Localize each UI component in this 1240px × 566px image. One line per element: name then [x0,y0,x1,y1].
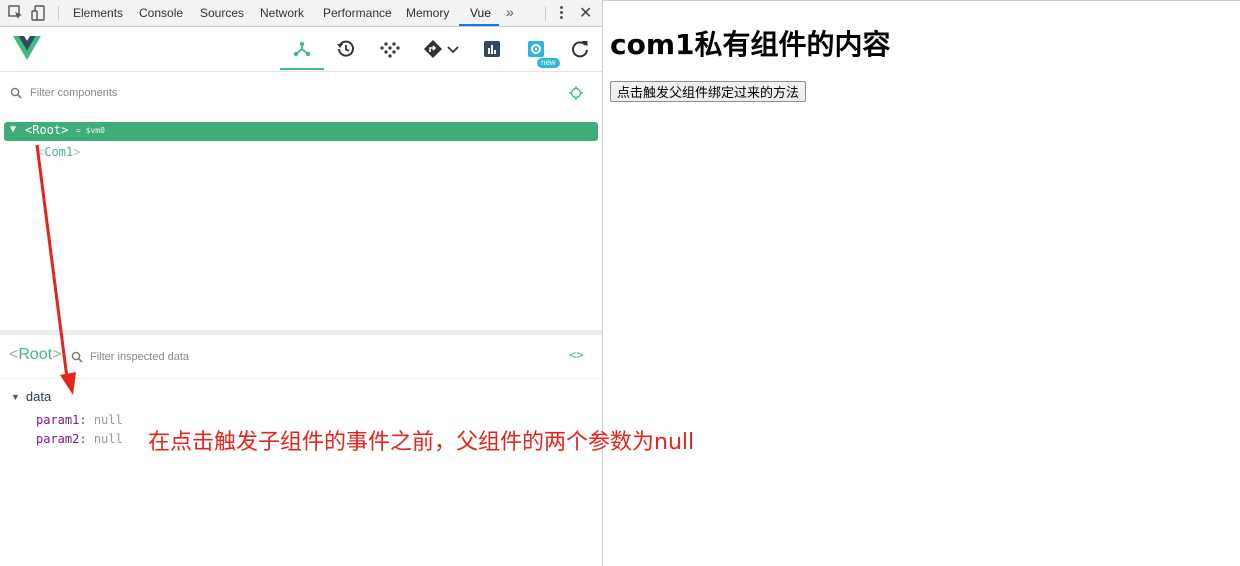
vuex-icon[interactable] [380,39,400,59]
vue-toolbar: new [0,27,602,72]
filter-components-input[interactable] [28,86,332,100]
tab-sources[interactable]: Sources [200,0,244,26]
refresh-icon[interactable] [570,39,590,59]
code-toggle-icon[interactable]: <> [569,348,583,362]
root-component-name: <Root> [25,123,69,137]
performance-icon[interactable] [482,39,502,59]
select-component-icon[interactable] [569,86,583,100]
property-value[interactable]: null [94,432,123,446]
inspector-component-name: Root [18,346,53,363]
tab-elements[interactable]: Elements [73,0,123,26]
vue-logo-icon [13,36,41,60]
customize-menu-icon[interactable] [560,6,563,21]
close-devtools-button[interactable]: ✕ [579,3,592,23]
chevron-down-icon[interactable] [446,39,460,59]
settings-icon[interactable] [526,39,546,59]
title-open-bracket: < [9,346,19,363]
tab-memory[interactable]: Memory [406,0,449,26]
data-section-label: data [25,389,52,404]
data-section-header[interactable]: ▼ data [11,389,51,404]
more-tabs-button[interactable]: » [506,4,514,20]
rendered-page: com1私有组件的内容 点击触发父组件绑定过来的方法 [603,0,1240,566]
property-key: param1 [36,413,80,427]
new-badge: new [537,58,560,68]
component-filter-row [0,73,602,115]
active-tab-indicator [459,24,499,26]
data-property-row: param1: null [36,413,123,427]
collapse-arrow-icon[interactable]: ▼ [11,392,20,402]
trigger-parent-method-button[interactable]: 点击触发父组件绑定过来的方法 [610,81,807,102]
search-icon [71,351,83,363]
active-toolbar-indicator [280,68,324,70]
property-key: param2 [36,432,80,446]
title-close-bracket: > [52,346,62,363]
tab-network[interactable]: Network [260,0,304,26]
tag-close-bracket: > [73,145,81,159]
components-icon[interactable] [292,39,312,59]
history-icon[interactable] [336,39,356,59]
page-title: com1私有组件的内容 [610,28,891,61]
tree-node-root[interactable]: ▼ <Root> = $vm0 [4,122,598,141]
search-icon [10,87,22,99]
inspect-element-icon[interactable] [8,5,24,21]
devtools-panel: Elements Console Sources Network Perform… [0,0,694,566]
inspector-header: <Root> <> [0,335,602,379]
device-toolbar-icon[interactable] [31,5,47,21]
devtools-tab-bar: Elements Console Sources Network Perform… [0,0,602,27]
filter-inspected-data-input[interactable] [88,350,392,364]
inspector-title: <Root> [9,346,61,364]
vm-reference: = $vm0 [76,126,105,135]
router-icon[interactable] [423,39,443,59]
tab-console[interactable]: Console [139,0,183,26]
tree-node-com1[interactable]: <Com1> [37,145,80,159]
property-value[interactable]: null [94,413,123,427]
com1-component-name: Com1 [44,145,74,159]
tab-divider [58,6,59,21]
tab-divider [545,6,546,21]
tab-performance[interactable]: Performance [323,0,392,26]
data-property-row: param2: null [36,432,123,446]
expand-arrow-icon[interactable]: ▼ [10,124,16,135]
tab-vue[interactable]: Vue [470,0,491,26]
